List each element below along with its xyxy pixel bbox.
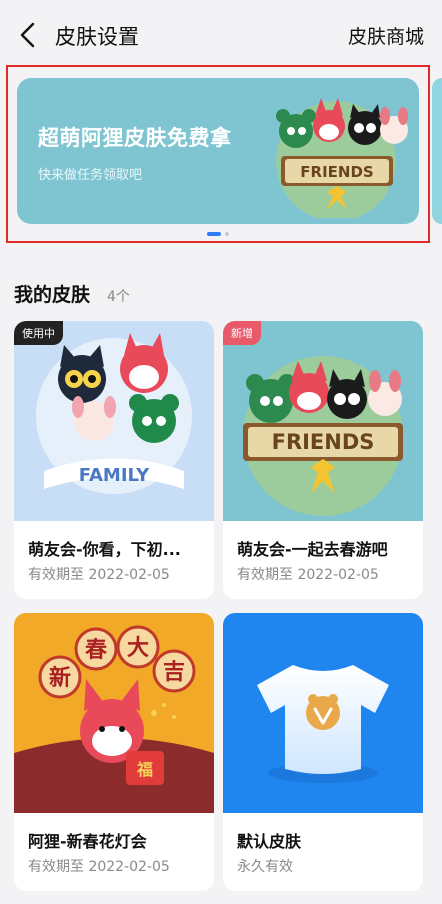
svg-text:福: 福 [136, 760, 153, 779]
skin-card[interactable]: FAMILY 使用中 萌友会-你看，下初... 有效期至 2022-02-05 [14, 321, 214, 599]
carousel-dot [225, 232, 229, 236]
friends-characters-illustration: FRIENDS [276, 98, 408, 218]
skin-expiry: 有效期至 2022-02-05 [28, 567, 170, 583]
skin-name: 阿狸-新春花灯会 [28, 832, 147, 851]
banner-title: 超萌阿狸皮肤免费拿 [38, 126, 232, 150]
svg-text:吉: 吉 [163, 659, 185, 685]
svg-text:FRIENDS: FRIENDS [272, 430, 375, 454]
skin-expiry: 有效期至 2022-02-05 [237, 567, 379, 583]
skin-store-link[interactable]: 皮肤商城 [348, 22, 424, 49]
chevron-left-icon [20, 22, 35, 48]
skin-name: 默认皮肤 [237, 832, 302, 851]
skin-expiry: 有效期至 2022-02-05 [28, 859, 170, 875]
tshirt-icon [257, 665, 389, 783]
top-bar: 皮肤设置 皮肤商城 [0, 0, 442, 70]
in-use-badge: 使用中 [14, 321, 63, 345]
skin-count: 4个 [107, 289, 130, 305]
carousel-dot-active [207, 232, 221, 236]
back-button[interactable] [14, 20, 44, 50]
skin-thumbnail: 新 春 大 吉 福 [14, 613, 214, 813]
skin-name: 萌友会-一起去春游吧 [237, 540, 388, 559]
svg-text:新: 新 [49, 665, 71, 691]
page-title: 皮肤设置 [55, 25, 139, 49]
new-badge: 新增 [223, 321, 261, 345]
banner-subtitle: 快来做任务领取吧 [38, 168, 143, 183]
svg-text:大: 大 [127, 636, 149, 661]
friends-illustration: FRIENDS [243, 356, 403, 516]
skin-thumbnail [223, 613, 423, 813]
skin-thumbnail: FAMILY [14, 321, 214, 521]
section-title: 我的皮肤 [14, 284, 91, 306]
next-banner-peek[interactable] [432, 78, 442, 224]
svg-text:FAMILY: FAMILY [79, 465, 150, 486]
promo-banner[interactable]: 超萌阿狸皮肤免费拿 快来做任务领取吧 FRIENDS [17, 78, 419, 224]
spring-festival-illustration: 新 春 大 吉 福 [14, 625, 214, 813]
family-illustration: FAMILY [36, 333, 192, 494]
svg-text:FRIENDS: FRIENDS [300, 163, 373, 181]
skin-card[interactable]: 默认皮肤 永久有效 [223, 613, 423, 891]
skin-name: 萌友会-你看，下初... [28, 540, 181, 559]
skin-thumbnail: FRIENDS [223, 321, 423, 521]
svg-text:春: 春 [85, 638, 107, 663]
skin-expiry: 永久有效 [237, 859, 293, 875]
skin-card[interactable]: 新 春 大 吉 福 阿狸-新春花灯会 有效期至 2022-02-05 [14, 613, 214, 891]
skin-card[interactable]: FRIENDS 新增 萌友会-一起去春游吧 有效期至 2022-02-05 [223, 321, 423, 599]
